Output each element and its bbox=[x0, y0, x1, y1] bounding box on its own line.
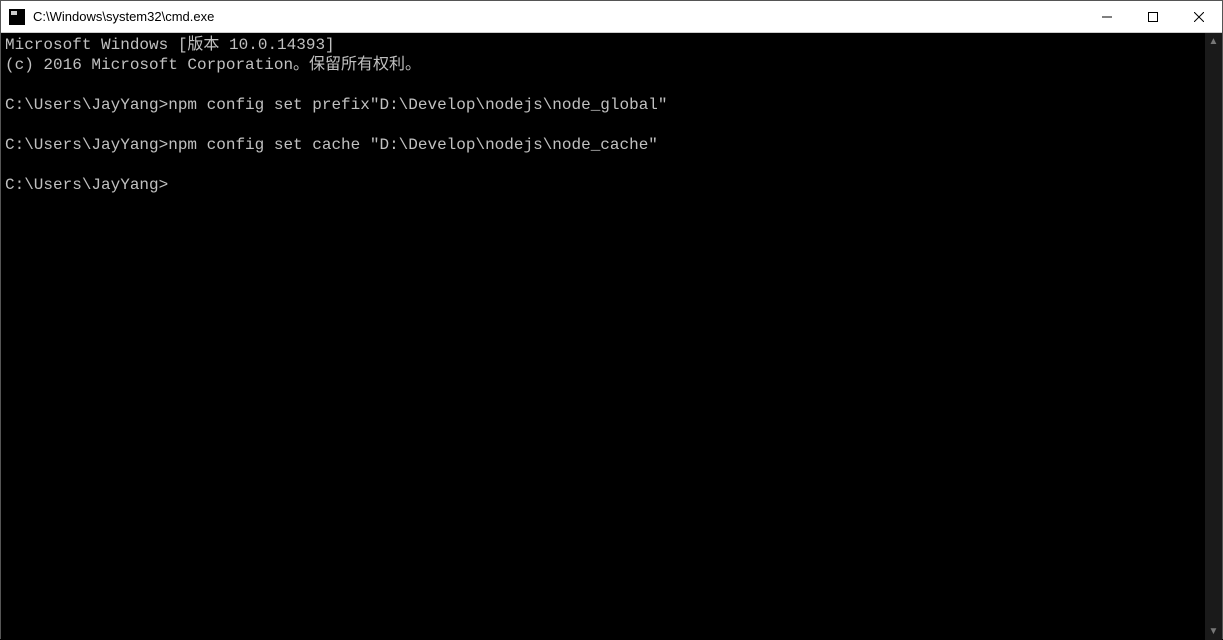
close-button[interactable] bbox=[1176, 1, 1222, 32]
window-title: C:\Windows\system32\cmd.exe bbox=[33, 9, 1084, 24]
terminal-output[interactable]: Microsoft Windows [版本 10.0.14393] (c) 20… bbox=[1, 33, 1205, 640]
scroll-down-icon[interactable]: ▼ bbox=[1205, 623, 1222, 640]
window-controls bbox=[1084, 1, 1222, 32]
titlebar[interactable]: C:\Windows\system32\cmd.exe bbox=[1, 1, 1222, 33]
cmd-icon bbox=[9, 9, 25, 25]
minimize-button[interactable] bbox=[1084, 1, 1130, 32]
client-area: Microsoft Windows [版本 10.0.14393] (c) 20… bbox=[1, 33, 1222, 640]
scrollbar[interactable]: ▲ ▼ bbox=[1205, 33, 1222, 640]
scroll-up-icon[interactable]: ▲ bbox=[1205, 33, 1222, 50]
maximize-button[interactable] bbox=[1130, 1, 1176, 32]
